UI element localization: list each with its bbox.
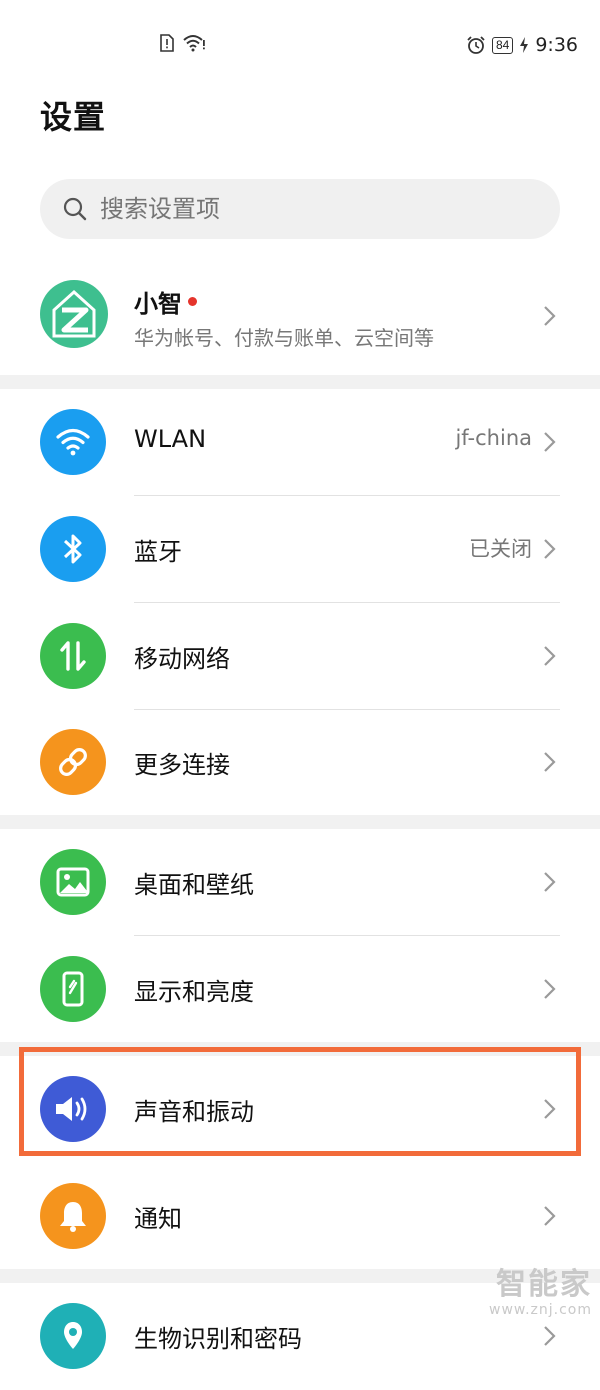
section-separator (0, 815, 600, 829)
chevron-right-icon (544, 872, 556, 892)
chevron-right-icon (544, 432, 556, 452)
chevron-right-icon (544, 646, 556, 666)
mobile-data-icon (60, 641, 86, 671)
item-label: WLAN (134, 425, 207, 453)
settings-item-wlan[interactable]: WLAN jf-china (0, 389, 600, 496)
settings-item-sound[interactable]: 声音和振动 (0, 1056, 600, 1163)
item-label: 移动网络 (134, 645, 230, 673)
clock: 9:36 (535, 34, 578, 56)
link-icon-badge (40, 729, 106, 795)
avatar (40, 280, 108, 348)
avatar-logo-icon (52, 289, 96, 338)
chevron-right-icon (544, 1099, 556, 1119)
settings-item-more-connections[interactable]: 更多连接 (0, 709, 600, 816)
notification-dot (188, 297, 197, 306)
account-name-row: 小智 (134, 284, 197, 319)
sound-icon (56, 1097, 87, 1121)
mobile-data-icon-badge (40, 623, 106, 689)
settings-item-notifications[interactable]: 通知 (0, 1163, 600, 1270)
chevron-right-icon (544, 306, 556, 326)
wallpaper-icon (56, 867, 90, 897)
chevron-right-icon (544, 979, 556, 999)
page-title: 设置 (40, 98, 107, 136)
wifi-icon-badge (40, 409, 106, 475)
wallpaper-icon-badge (40, 849, 106, 915)
link-icon (59, 748, 87, 776)
settings-item-bluetooth[interactable]: 蓝牙 已关闭 (0, 496, 600, 603)
item-label: 桌面和壁纸 (134, 871, 254, 899)
account-card[interactable]: 小智 华为帐号、付款与账单、云空间等 (0, 270, 600, 375)
bluetooth-icon (63, 534, 82, 564)
section-separator (0, 1042, 600, 1056)
item-label: 声音和振动 (134, 1098, 254, 1126)
sound-icon-badge (40, 1076, 106, 1142)
bell-icon (60, 1202, 86, 1232)
item-value: jf-china (455, 426, 532, 450)
chevron-right-icon (544, 1326, 556, 1346)
item-label: 蓝牙 (134, 538, 182, 566)
wifi-icon (56, 428, 90, 456)
settings-item-display[interactable]: 显示和亮度 (0, 936, 600, 1043)
item-label: 更多连接 (134, 751, 230, 779)
item-value: 已关闭 (469, 537, 532, 561)
fingerprint-icon (64, 1322, 82, 1349)
settings-item-mobile-network[interactable]: 移动网络 (0, 603, 600, 710)
chevron-right-icon (544, 539, 556, 559)
status-bar: 84 9:36 (0, 0, 600, 88)
search-icon (63, 197, 87, 221)
wifi-status-icon (183, 35, 205, 52)
search-bar[interactable] (40, 179, 560, 239)
item-label: 显示和亮度 (134, 978, 254, 1006)
status-left (160, 34, 206, 52)
status-right: 84 9:36 (466, 34, 578, 56)
bluetooth-icon-badge (40, 516, 106, 582)
alarm-icon (467, 36, 485, 54)
item-label: 通知 (134, 1205, 182, 1233)
settings-item-wallpaper[interactable]: 桌面和壁纸 (0, 829, 600, 936)
search-input[interactable] (98, 194, 502, 224)
battery-level: 84 (491, 36, 514, 54)
display-icon (62, 971, 84, 1007)
account-subtitle: 华为帐号、付款与账单、云空间等 (134, 326, 434, 350)
charging-icon (520, 37, 529, 53)
fingerprint-icon-badge (40, 1303, 106, 1369)
section-separator (0, 375, 600, 389)
sim-alert-icon (160, 34, 174, 52)
display-icon-badge (40, 956, 106, 1022)
watermark-brand: 智能家 (496, 1267, 592, 1302)
watermark-url: www.znj.com (489, 1302, 592, 1318)
chevron-right-icon (544, 752, 556, 772)
item-label: 生物识别和密码 (134, 1325, 302, 1353)
bell-icon-badge (40, 1183, 106, 1249)
chevron-right-icon (544, 1206, 556, 1226)
account-name: 小智 (134, 290, 182, 318)
watermark: 智能家 www.znj.com (489, 1267, 592, 1319)
